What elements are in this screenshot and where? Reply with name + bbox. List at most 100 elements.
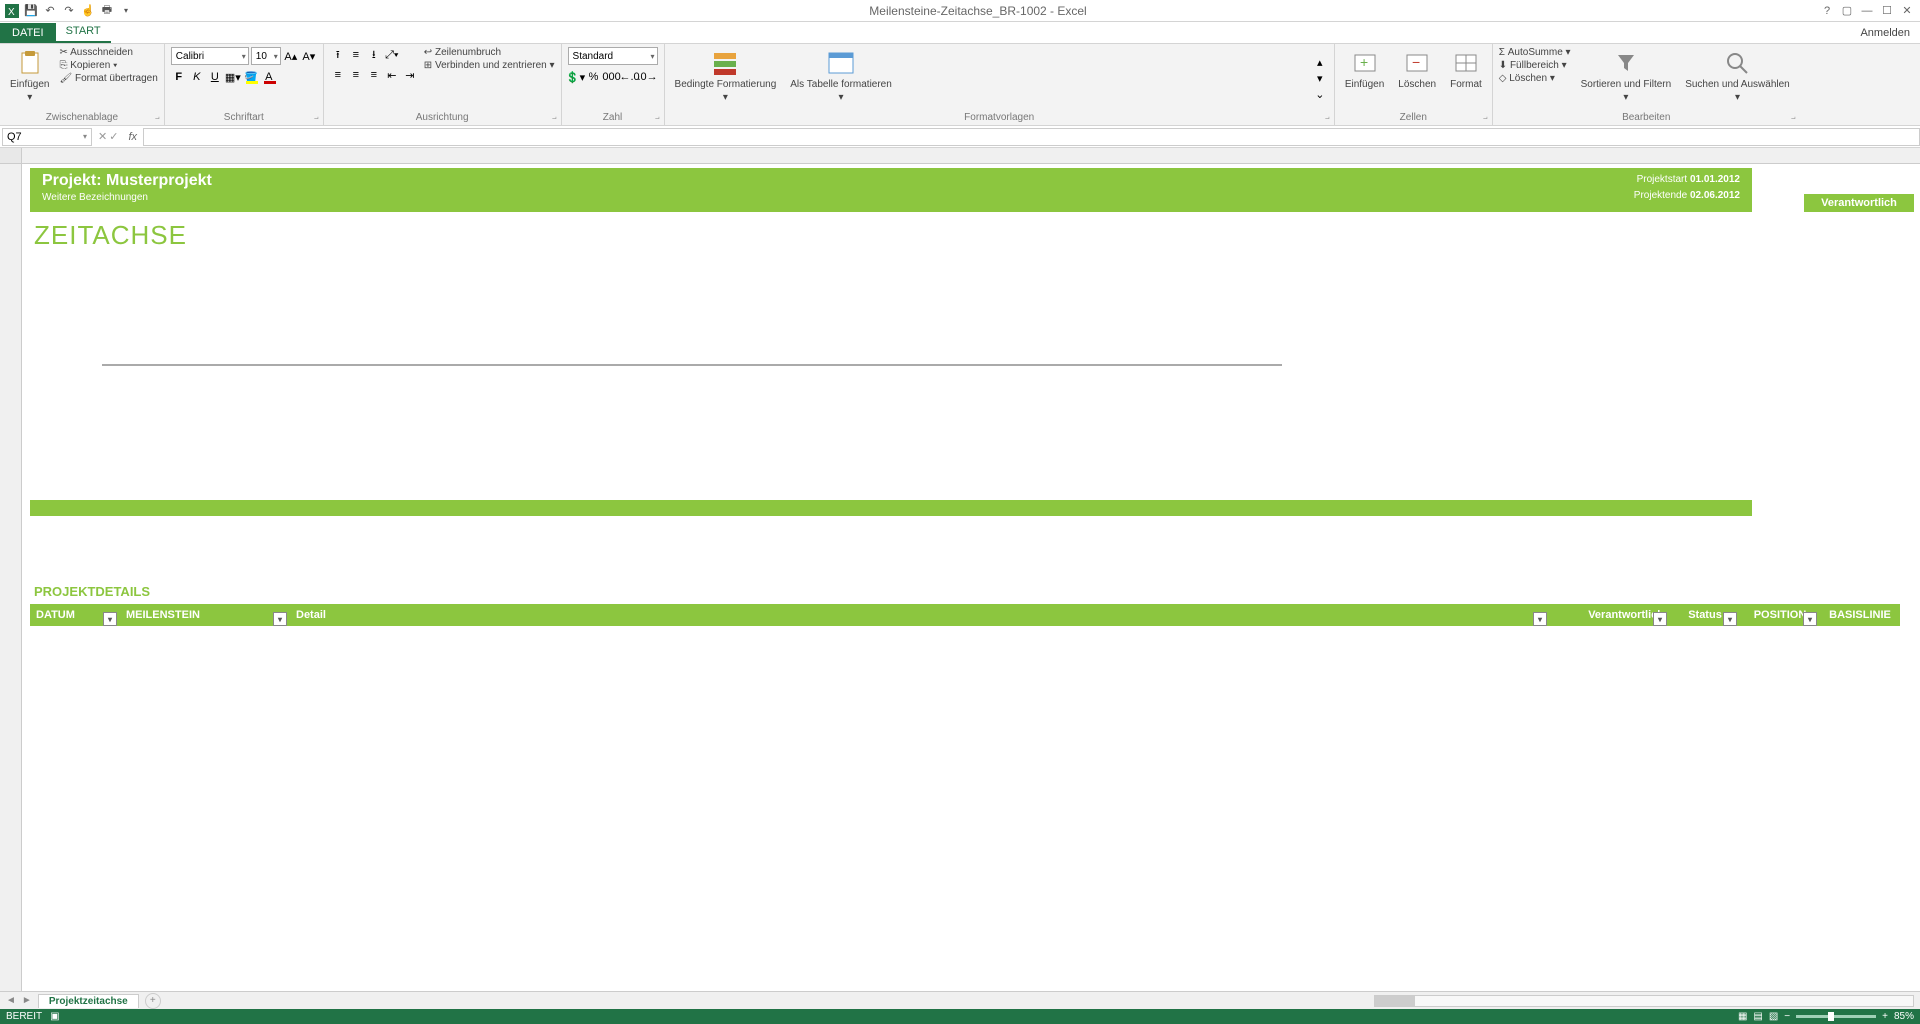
copy-button[interactable]: ⎘ Kopieren ▾ [59, 60, 157, 71]
view-pagebreak-icon[interactable]: ▧ [1769, 1011, 1778, 1022]
excel-icon[interactable]: X [4, 3, 20, 19]
group-label: Zwischenablage [6, 110, 158, 123]
number-format-combo[interactable]: Standard [568, 47, 658, 65]
column-headers[interactable] [0, 148, 1920, 164]
align-bottom-icon[interactable]: ⭳ [366, 47, 382, 63]
clear-button[interactable]: ◇ Löschen ▾ [1499, 73, 1571, 84]
formula-input[interactable] [143, 128, 1920, 146]
font-color-button[interactable]: A [261, 69, 277, 85]
details-title: PROJEKTDETAILS [34, 584, 150, 599]
cut-button[interactable]: ✂ Ausschneiden [59, 47, 157, 58]
align-right-icon[interactable]: ≡ [366, 67, 382, 83]
merge-center-button[interactable]: ⊞ Verbinden und zentrieren ▾ [424, 60, 555, 71]
insert-cells-button[interactable]: +Einfügen [1341, 47, 1388, 110]
autosum-button[interactable]: Σ AutoSumme ▾ [1499, 47, 1571, 58]
responsible-header: Verantwortlich [1804, 194, 1914, 212]
italic-button[interactable]: K [189, 69, 205, 85]
inc-decimal-icon[interactable]: ←.0 [622, 69, 638, 85]
view-normal-icon[interactable]: ▦ [1738, 1011, 1747, 1022]
zoom-slider[interactable] [1796, 1015, 1876, 1018]
ribbon-tabs: DATEI START Anmelden [0, 22, 1920, 44]
redo-icon[interactable]: ↷ [61, 3, 77, 19]
align-top-icon[interactable]: ⭱ [330, 47, 346, 63]
zoom-in-icon[interactable]: + [1882, 1011, 1888, 1022]
zoom-out-icon[interactable]: − [1784, 1011, 1790, 1022]
worksheet[interactable]: Projekt: Musterprojekt Weitere Bezeichnu… [22, 164, 1920, 991]
tab-file[interactable]: DATEI [0, 23, 56, 43]
group-styles: Bedingte Formatierung▾ Als Tabelle forma… [665, 44, 1335, 125]
indent-dec-icon[interactable]: ⇤ [384, 67, 400, 83]
macro-record-icon[interactable]: ▣ [50, 1011, 59, 1022]
sheet-tab[interactable]: Projektzeitachse [38, 994, 139, 1008]
horizontal-scrollbar[interactable] [1374, 995, 1914, 1007]
formula-bar: Q7 ✕ ✓ fx [0, 126, 1920, 148]
sort-filter-button[interactable]: Sortieren und Filtern▾ [1577, 47, 1676, 110]
tab-nav-next-icon[interactable]: ► [22, 995, 32, 1006]
zoom-level[interactable]: 85% [1894, 1011, 1914, 1022]
tab-start[interactable]: START [56, 21, 111, 43]
gallery-up-icon[interactable]: ▴ [1312, 55, 1328, 71]
format-painter-button[interactable]: 🖌 Format übertragen [59, 73, 157, 84]
bold-button[interactable]: F [171, 69, 187, 85]
close-icon[interactable]: ✕ [1898, 4, 1916, 18]
help-icon[interactable]: ? [1818, 4, 1836, 18]
indent-inc-icon[interactable]: ⇥ [402, 67, 418, 83]
font-name-combo[interactable]: Calibri [171, 47, 249, 65]
shrink-font-icon[interactable]: A▾ [301, 48, 317, 64]
percent-icon[interactable]: % [586, 69, 602, 85]
gallery-more-icon[interactable]: ⌄ [1312, 87, 1328, 103]
gallery-down-icon[interactable]: ▾ [1312, 71, 1328, 87]
paste-button[interactable]: Einfügen▾ [6, 47, 53, 110]
fx-icon[interactable]: fx [122, 131, 143, 143]
fill-button[interactable]: ⬇ Füllbereich ▾ [1499, 60, 1571, 71]
group-label: Formatvorlagen [671, 110, 1328, 123]
format-cells-button[interactable]: Format [1446, 47, 1486, 110]
align-middle-icon[interactable]: ≡ [348, 47, 364, 63]
wrap-text-button[interactable]: ↩ Zeilenumbruch [424, 47, 555, 58]
view-layout-icon[interactable]: ▤ [1753, 1011, 1762, 1022]
dec-decimal-icon[interactable]: .0→ [640, 69, 656, 85]
cell-styles-gallery[interactable] [902, 47, 1306, 110]
find-select-button[interactable]: Suchen und Auswählen▾ [1681, 47, 1794, 110]
row-headers[interactable] [0, 164, 22, 991]
grow-font-icon[interactable]: A▴ [283, 48, 299, 64]
maximize-icon[interactable]: ☐ [1878, 4, 1896, 18]
comma-icon[interactable]: 000 [604, 69, 620, 85]
font-size-combo[interactable]: 10 [251, 47, 281, 65]
filter-icon[interactable]: ▾ [103, 612, 117, 626]
select-all-corner[interactable] [0, 148, 22, 163]
cancel-formula-icon[interactable]: ✕ [98, 130, 107, 143]
align-center-icon[interactable]: ≡ [348, 67, 364, 83]
orientation-icon[interactable]: ⤢▾ [384, 47, 400, 63]
filter-icon[interactable]: ▾ [1723, 612, 1737, 626]
qat-more-icon[interactable]: ▾ [118, 3, 134, 19]
tab-nav-prev-icon[interactable]: ◄ [6, 995, 16, 1006]
align-left-icon[interactable]: ≡ [330, 67, 346, 83]
title-bar: X 💾 ↶ ↷ ☝ 🖶 ▾ Meilensteine-Zeitachse_BR-… [0, 0, 1920, 22]
quickprint-icon[interactable]: 🖶 [99, 3, 115, 19]
save-icon[interactable]: 💾 [23, 3, 39, 19]
name-box[interactable]: Q7 [2, 128, 92, 146]
fill-color-button[interactable]: 🪣 [243, 69, 259, 85]
sign-in[interactable]: Anmelden [1850, 23, 1920, 43]
format-as-table-button[interactable]: Als Tabelle formatieren▾ [786, 47, 896, 110]
touch-mode-icon[interactable]: ☝ [80, 3, 96, 19]
minimize-icon[interactable]: — [1858, 4, 1876, 18]
undo-icon[interactable]: ↶ [42, 3, 58, 19]
project-header: Projekt: Musterprojekt Weitere Bezeichnu… [30, 168, 1752, 212]
details-table: DATUM▾ MEILENSTEIN▾ Detail▾ Verantwortli… [30, 604, 1900, 626]
conditional-formatting-button[interactable]: Bedingte Formatierung▾ [671, 47, 781, 110]
sheet-tab-bar: ◄ ► Projektzeitachse + [0, 991, 1920, 1009]
ribbon-display-icon[interactable]: ▢ [1838, 4, 1856, 18]
border-button[interactable]: ▦▾ [225, 69, 241, 85]
add-sheet-button[interactable]: + [145, 993, 161, 1009]
enter-formula-icon[interactable]: ✓ [109, 130, 118, 143]
filter-icon[interactable]: ▾ [1653, 612, 1667, 626]
filter-icon[interactable]: ▾ [273, 612, 287, 626]
filter-icon[interactable]: ▾ [1803, 612, 1817, 626]
underline-button[interactable]: U [207, 69, 223, 85]
filter-icon[interactable]: ▾ [1533, 612, 1547, 626]
accounting-icon[interactable]: 💲▾ [568, 69, 584, 85]
delete-cells-button[interactable]: −Löschen [1394, 47, 1440, 110]
separator-bar [30, 500, 1752, 516]
